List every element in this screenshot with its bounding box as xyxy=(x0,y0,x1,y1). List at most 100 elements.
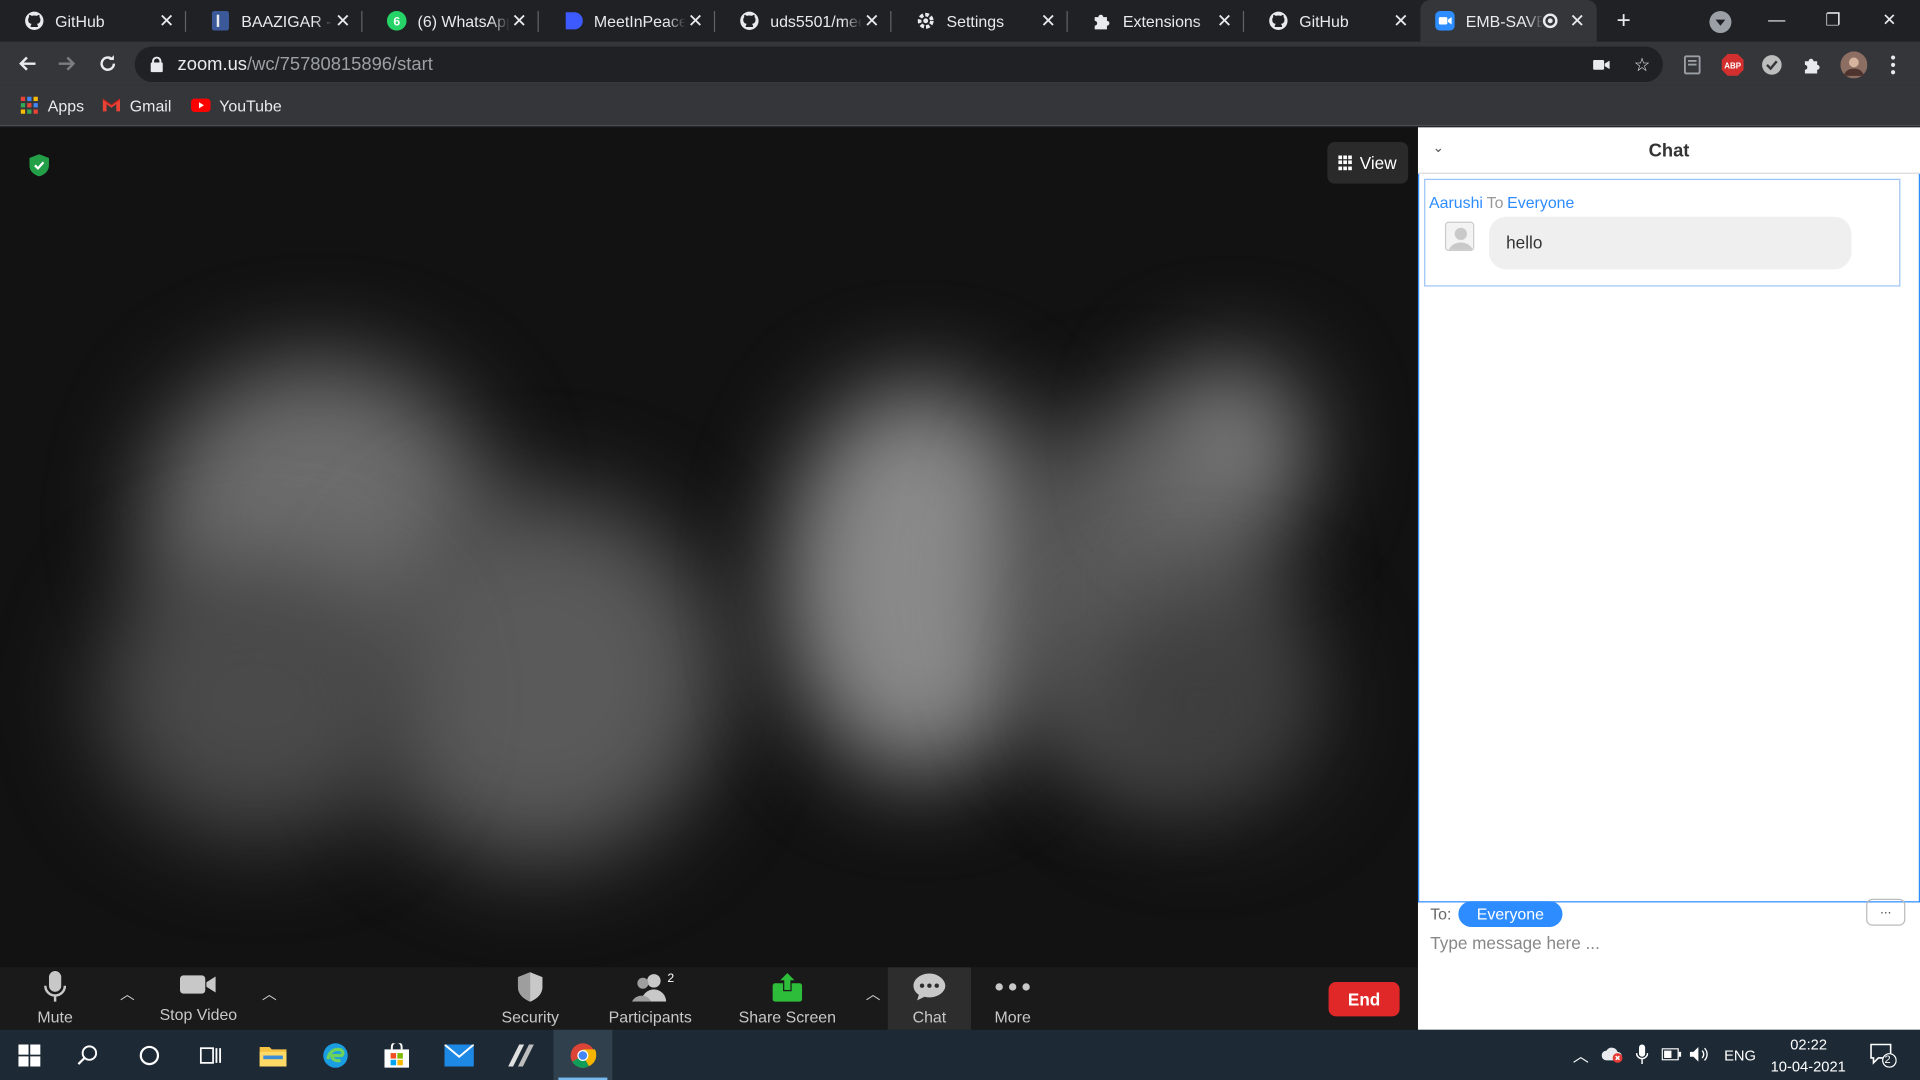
bookmark-apps[interactable]: Apps xyxy=(20,94,84,116)
close-icon[interactable]: ✕ xyxy=(1567,11,1587,32)
clock-date[interactable]: 10-04-2021 xyxy=(1771,1058,1846,1075)
tab-extensions[interactable]: Extensions ✕ xyxy=(1068,0,1245,42)
close-icon[interactable]: ✕ xyxy=(333,11,353,32)
participants-count-badge: 2 xyxy=(667,972,675,986)
tab-title: GitHub xyxy=(55,11,105,31)
more-label: More xyxy=(994,1007,1031,1027)
battery-icon[interactable] xyxy=(1661,1044,1682,1064)
chat-message-input[interactable] xyxy=(1430,929,1908,957)
message-recipient[interactable]: Everyone xyxy=(1507,193,1574,211)
mute-button[interactable]: Mute xyxy=(15,967,96,1029)
message-sender[interactable]: Aarushi xyxy=(1429,193,1483,211)
tab-github-2[interactable]: GitHub ✕ xyxy=(1244,0,1420,42)
share-screen-label: Share Screen xyxy=(738,1007,837,1027)
window-close-icon[interactable]: ✕ xyxy=(1861,0,1917,39)
adblock-plus-icon[interactable]: ABP xyxy=(1721,53,1744,76)
chat-messages-area[interactable]: Aarushi To Everyone hello xyxy=(1417,173,1920,903)
forward-arrow-icon[interactable] xyxy=(53,49,82,78)
kebab-menu-icon[interactable] xyxy=(1882,54,1904,76)
document-icon xyxy=(211,11,231,31)
tab-settings[interactable]: Settings ✕ xyxy=(891,0,1068,42)
start-windows-icon[interactable] xyxy=(0,1030,59,1080)
whatsapp-badge-count: 6 xyxy=(393,15,400,29)
chat-more-button[interactable]: ... xyxy=(1866,898,1906,926)
reload-icon[interactable] xyxy=(93,49,122,78)
app-slash-icon[interactable] xyxy=(492,1030,551,1080)
view-button[interactable]: View xyxy=(1327,142,1409,184)
github-icon xyxy=(1269,11,1289,31)
bookmark-youtube[interactable]: YouTube xyxy=(191,94,282,116)
chat-bubble-icon xyxy=(911,971,948,1003)
file-explorer-icon[interactable] xyxy=(244,1030,303,1080)
tab-meetinpeace[interactable]: MeetInPeace | ✕ xyxy=(539,0,716,42)
cortana-circle-icon[interactable] xyxy=(120,1030,179,1080)
tab-title: EMB-SAVE xyxy=(1465,11,1543,31)
stop-video-button[interactable]: Stop Video xyxy=(152,967,245,1029)
restore-icon[interactable]: ❐ xyxy=(1805,0,1861,39)
tab-search-icon[interactable] xyxy=(1709,11,1732,34)
tab-title: Settings xyxy=(946,11,1005,31)
close-icon[interactable]: ✕ xyxy=(686,11,706,32)
security-button[interactable]: Security xyxy=(490,967,571,1029)
close-icon[interactable]: ✕ xyxy=(1215,11,1235,32)
close-icon[interactable]: ✕ xyxy=(1038,11,1058,32)
edge-browser-icon[interactable] xyxy=(306,1030,365,1080)
chat-compose: To: Everyone ... xyxy=(1418,898,1920,1029)
video-options-chevron-icon[interactable]: ︿ xyxy=(261,984,278,1002)
github-icon xyxy=(740,11,760,31)
reading-list-icon[interactable] xyxy=(1681,54,1703,76)
camera-in-use-icon[interactable] xyxy=(1592,55,1612,75)
close-icon[interactable]: ✕ xyxy=(509,11,529,32)
volume-icon[interactable] xyxy=(1689,1044,1710,1064)
audio-options-chevron-icon[interactable]: ︿ xyxy=(119,984,136,1002)
extensions-puzzle-icon[interactable] xyxy=(1801,54,1823,76)
share-screen-button[interactable]: Share Screen xyxy=(735,967,840,1029)
bookmark-label: Apps xyxy=(47,96,85,115)
microphone-icon xyxy=(37,971,74,1003)
search-icon[interactable] xyxy=(59,1030,118,1080)
address-bar[interactable]: zoom.us/wc/75780815896/start ☆ xyxy=(134,46,1663,83)
notification-count: 2 xyxy=(1884,1053,1891,1066)
tab-baazigar[interactable]: BAAZIGAR - H ✕ xyxy=(186,0,363,42)
recipient-selector[interactable]: Everyone xyxy=(1458,901,1563,927)
microsoft-store-icon[interactable] xyxy=(367,1030,426,1080)
tab-github[interactable]: GitHub ✕ xyxy=(0,0,187,42)
to-label: To: xyxy=(1430,904,1452,924)
end-meeting-button[interactable]: End xyxy=(1328,982,1400,1017)
task-view-icon[interactable] xyxy=(181,1030,240,1080)
language-indicator[interactable]: ENG xyxy=(1724,1047,1756,1064)
minimize-icon[interactable]: — xyxy=(1749,0,1805,39)
profile-avatar[interactable] xyxy=(1840,51,1868,79)
tab-whatsapp[interactable]: 6 (6) WhatsApp ✕ xyxy=(362,0,539,42)
more-button[interactable]: More xyxy=(973,967,1051,1029)
show-hidden-icons-chevron-icon[interactable]: ︿ xyxy=(1571,1044,1591,1064)
notifications-icon[interactable]: 2 xyxy=(1869,1042,1898,1069)
bookmark-gmail[interactable]: Gmail xyxy=(102,94,171,116)
close-icon[interactable]: ✕ xyxy=(862,11,882,32)
microphone-tray-icon[interactable] xyxy=(1632,1044,1652,1065)
chat-button[interactable]: Chat xyxy=(887,967,972,1030)
tab-uds5501[interactable]: uds5501/meet ✕ xyxy=(715,0,892,42)
encryption-shield-icon[interactable] xyxy=(29,154,49,177)
star-icon[interactable]: ☆ xyxy=(1632,55,1652,76)
close-icon[interactable]: ✕ xyxy=(1391,11,1411,32)
url-host: zoom.us xyxy=(177,53,247,75)
back-arrow-icon[interactable] xyxy=(12,49,41,78)
new-tab-button[interactable]: + xyxy=(1611,9,1635,33)
chat-message[interactable]: Aarushi To Everyone hello xyxy=(1424,178,1901,287)
youtube-icon xyxy=(191,96,211,116)
lock-icon[interactable] xyxy=(150,56,163,73)
participants-button[interactable]: Participants xyxy=(605,967,696,1029)
security-shield-icon xyxy=(512,971,549,1003)
clock-time[interactable]: 02:22 xyxy=(1790,1036,1827,1053)
message-header: Aarushi To Everyone xyxy=(1429,193,1574,211)
mail-icon[interactable] xyxy=(430,1030,489,1080)
close-icon[interactable]: ✕ xyxy=(157,11,177,32)
chrome-icon[interactable] xyxy=(553,1029,613,1080)
onedrive-error-icon[interactable] xyxy=(1601,1044,1624,1064)
gear-icon xyxy=(916,11,936,31)
share-options-chevron-icon[interactable]: ︿ xyxy=(864,984,881,1002)
tab-zoom-active[interactable]: EMB-SAVE ✕ xyxy=(1420,0,1597,42)
extension-check-icon[interactable] xyxy=(1761,54,1783,76)
mute-label: Mute xyxy=(37,1007,73,1027)
